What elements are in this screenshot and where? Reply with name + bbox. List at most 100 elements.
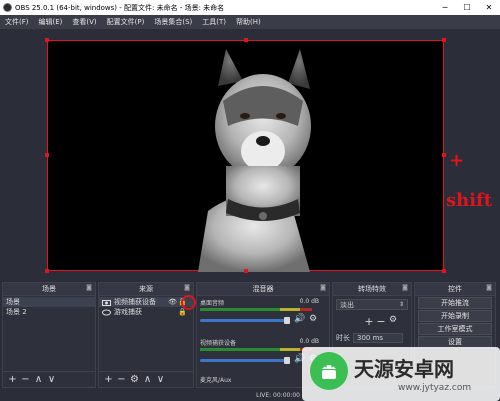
remove-transition-button[interactable]: − (375, 315, 387, 328)
source-item[interactable]: 游戏捕获 🔒 (99, 307, 193, 317)
sources-header: 来源 ◙ (99, 283, 193, 296)
menu-file[interactable]: 文件(F) (0, 17, 34, 27)
preview-area[interactable] (2, 30, 496, 278)
scene-item[interactable]: 场景 2 (3, 307, 95, 317)
annotation-shift-label: shift (446, 190, 493, 211)
dock-float-icon[interactable]: ◙ (184, 284, 190, 291)
menu-tools[interactable]: 工具(T) (197, 17, 231, 27)
scenes-title: 场景 (42, 285, 56, 293)
volume-slider-knob[interactable] (284, 357, 290, 364)
resize-handle-top[interactable] (244, 38, 248, 42)
volume-meter-peak (300, 308, 312, 311)
scene-item[interactable]: 场景 (3, 297, 95, 307)
source-label: 视频捕获设备 (114, 298, 156, 306)
scenes-header: 场景 ◙ (3, 283, 95, 296)
resize-handle-top-left[interactable] (45, 38, 49, 42)
resize-handle-top-right[interactable] (442, 38, 446, 42)
move-scene-up-button[interactable]: ∧ (32, 374, 45, 386)
window-controls: ─ ☐ ✕ (434, 0, 500, 15)
resize-handle-left[interactable] (45, 153, 49, 157)
minimize-button[interactable]: ─ (434, 0, 456, 15)
sources-title: 来源 (139, 285, 153, 293)
resize-handle-bottom-right[interactable] (442, 269, 446, 273)
dock-float-icon[interactable]: ◙ (486, 284, 492, 291)
channel-name: 桌面音频 (200, 300, 225, 307)
annotation-circle (181, 295, 196, 310)
transition-select[interactable]: 淡出 ⇕ (336, 299, 408, 310)
menu-view[interactable]: 查看(V) (67, 17, 101, 27)
mixer-header: 混音器 ◙ (197, 283, 329, 296)
add-transition-button[interactable]: + (363, 315, 375, 328)
studio-mode-button[interactable]: 工作室模式 (418, 323, 492, 335)
window-titlebar: OBS 25.0.1 (64-bit, windows) - 配置文件: 未命名… (0, 0, 500, 15)
remove-scene-button[interactable]: − (19, 374, 32, 386)
sources-list: 视频捕获设备 👁 🔓 游戏捕获 🔒 (99, 297, 193, 371)
volume-meter (200, 308, 280, 311)
controls-title: 控件 (448, 285, 462, 293)
source-label: 游戏捕获 (114, 308, 142, 316)
move-source-up-button[interactable]: ∧ (141, 374, 154, 386)
obs-logo-icon (3, 3, 12, 12)
resize-handle-right[interactable] (442, 153, 446, 157)
watermark-title: 天源安卓网 (354, 357, 454, 381)
volume-meter (200, 348, 280, 351)
mixer-title: 混音器 (252, 285, 274, 293)
resize-handle-bottom[interactable] (244, 269, 248, 273)
speaker-icon[interactable]: 🔊 (294, 314, 305, 324)
controls-header: 控件 ◙ (415, 283, 495, 296)
channel-db: 0.0 dB (299, 338, 319, 345)
menu-profile[interactable]: 配置文件(P) (102, 17, 150, 27)
volume-slider[interactable] (200, 319, 285, 322)
channel-name: 视频捕获设备 (200, 340, 237, 347)
camera-icon (102, 299, 111, 306)
volume-meter-warning (280, 308, 300, 311)
transitions-header: 转场特效 ◙ (333, 283, 411, 296)
maximize-button[interactable]: ☐ (456, 0, 478, 15)
menu-edit[interactable]: 编辑(E) (34, 17, 68, 27)
dock-float-icon[interactable]: ◙ (320, 284, 326, 291)
close-button[interactable]: ✕ (478, 0, 500, 15)
menu-help[interactable]: 帮助(H) (231, 17, 266, 27)
duration-input[interactable]: 300 ms (353, 333, 403, 343)
transitions-title: 转场特效 (358, 285, 386, 293)
resize-handle-bottom-left[interactable] (45, 269, 49, 273)
dock-float-icon[interactable]: ◙ (402, 284, 408, 291)
preview-canvas[interactable] (45, 38, 446, 273)
sources-dock: 来源 ◙ 视频捕获设备 👁 🔓 游戏捕获 🔒 + − ⚙ ∧ ∨ (98, 282, 194, 388)
add-scene-button[interactable]: + (6, 374, 19, 386)
duration-label: 时长 (336, 334, 350, 342)
gear-icon[interactable]: ⚙ (309, 314, 317, 324)
android-robot-icon (322, 365, 336, 379)
annotation-plus: + (449, 150, 465, 171)
chevron-updown-icon: ⇕ (398, 301, 404, 308)
start-recording-button[interactable]: 开始录制 (418, 310, 492, 322)
move-source-down-button[interactable]: ∨ (154, 374, 167, 386)
visibility-eye-icon[interactable]: 👁 (168, 298, 177, 306)
channel-db: 0.0 dB (299, 298, 319, 305)
gear-icon[interactable]: ⚙ (387, 315, 399, 328)
remove-source-button[interactable]: − (115, 374, 128, 386)
channel-name: 麦克风/Aux (200, 377, 232, 384)
dock-float-icon[interactable]: ◙ (86, 284, 92, 291)
watermark-url: www.jytyaz.com (398, 383, 472, 393)
move-scene-down-button[interactable]: ∨ (45, 374, 58, 386)
watermark: 天源安卓网 www.jytyaz.com (302, 347, 500, 401)
volume-meter-warning (280, 348, 300, 351)
transition-select-value: 淡出 (340, 300, 354, 309)
volume-slider[interactable] (200, 359, 285, 362)
gamepad-icon (102, 309, 111, 315)
duration-row: 时长 300 ms (336, 333, 403, 343)
source-properties-button[interactable]: ⚙ (128, 374, 141, 386)
source-item[interactable]: 视频捕获设备 👁 🔓 (99, 297, 193, 307)
duration-value: 300 ms (357, 334, 384, 342)
add-source-button[interactable]: + (102, 374, 115, 386)
sources-toolbar: + − ⚙ ∧ ∨ (99, 371, 193, 387)
android-logo-icon (310, 352, 348, 390)
scenes-list: 场景 场景 2 (3, 297, 95, 371)
volume-slider-knob[interactable] (284, 317, 290, 324)
live-timer: LIVE: 00:00:00 (256, 391, 300, 399)
menu-bar: 文件(F) 编辑(E) 查看(V) 配置文件(P) 场景集合(S) 工具(T) … (0, 15, 500, 29)
menu-scene-collection[interactable]: 场景集合(S) (149, 17, 197, 27)
scenes-toolbar: + − ∧ ∨ (3, 371, 95, 387)
start-streaming-button[interactable]: 开始推流 (418, 297, 492, 309)
